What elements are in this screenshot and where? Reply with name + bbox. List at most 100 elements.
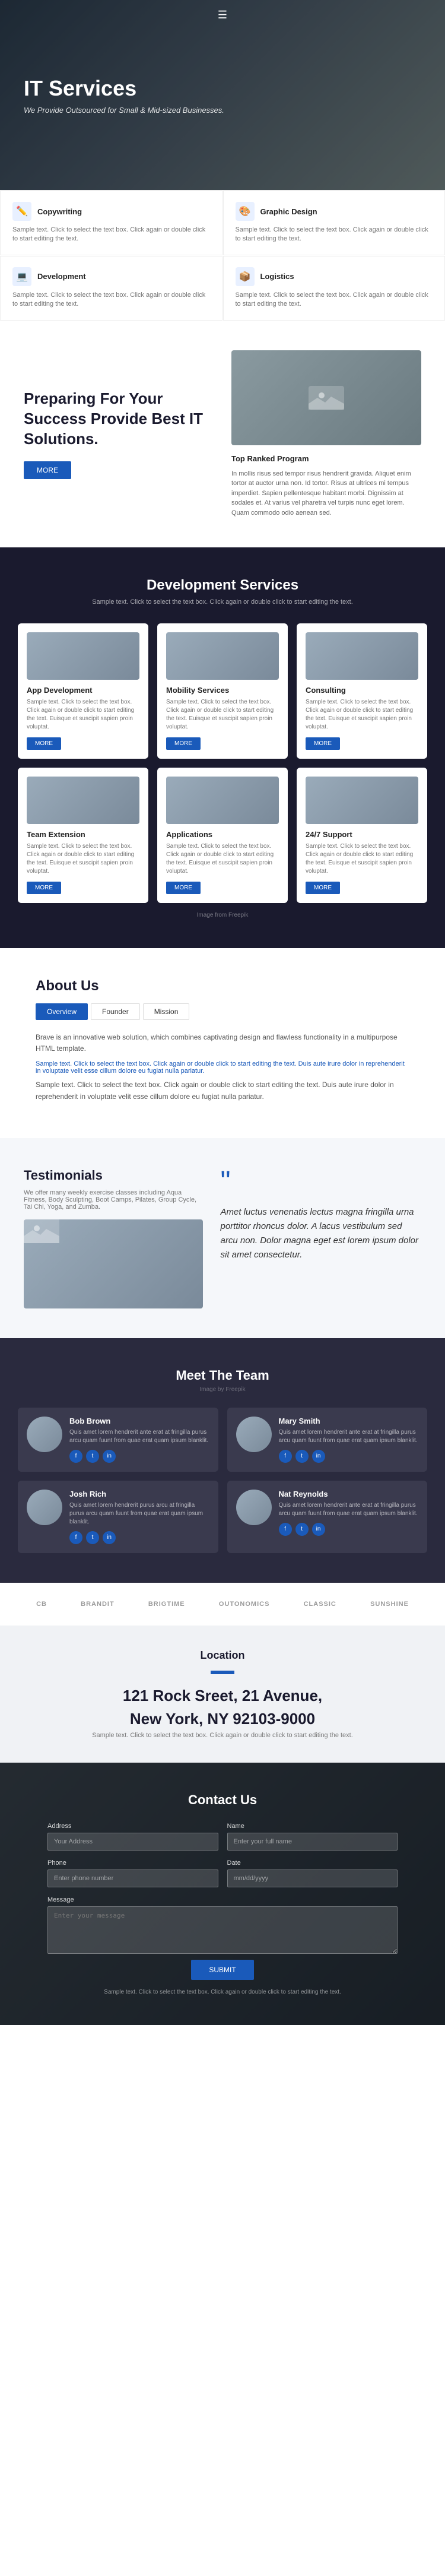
name-group: Name [227, 1823, 398, 1851]
dev-card-2[interactable]: Consulting Sample text. Click to select … [297, 623, 427, 759]
success-section: Preparing For Your Success Provide Best … [0, 321, 445, 548]
dev-card-title-5: 24/7 Support [306, 830, 418, 839]
dev-card-title-4: Applications [166, 830, 279, 839]
name-label: Name [227, 1823, 398, 1830]
dev-card-text-0: Sample text. Click to select the text bo… [27, 698, 139, 731]
success-more-button[interactable]: MORE [24, 461, 71, 479]
dev-card-title-0: App Development [27, 686, 139, 695]
submit-container: SUBMIT [47, 1954, 398, 1980]
contact-form: Address Name Phone Date Message SUBMIT [47, 1823, 398, 1980]
team-member-name-1: Mary Smith [279, 1417, 419, 1425]
team-card-2: Josh Rich Quis amet lorem hendrerit puru… [18, 1481, 218, 1553]
menu-icon[interactable]: ☰ [218, 9, 227, 21]
name-input[interactable] [227, 1833, 398, 1851]
facebook-icon-3[interactable]: f [279, 1523, 292, 1536]
about-tabs: Overview Founder Mission [36, 1003, 409, 1020]
address-group: Address [47, 1823, 218, 1851]
facebook-icon-0[interactable]: f [69, 1450, 82, 1463]
team-avatar-3 [236, 1490, 272, 1525]
team-member-desc-0: Quis amet lorem hendrerit ante erat at f… [69, 1428, 209, 1445]
dev-icon: 💻 [12, 267, 31, 286]
linkedin-icon-3[interactable]: in [312, 1523, 325, 1536]
team-member-name-3: Nat Reynolds [279, 1490, 419, 1498]
phone-label: Phone [47, 1859, 218, 1867]
location-address: 121 Rock Sreet, 21 Avenue, [24, 1686, 421, 1706]
twitter-icon-1[interactable]: t [295, 1450, 309, 1463]
dev-card-more-0[interactable]: MORE [27, 737, 61, 750]
submit-button[interactable]: SUBMIT [191, 1960, 253, 1980]
success-left: Preparing For Your Success Provide Best … [24, 389, 214, 479]
linkedin-icon-2[interactable]: in [103, 1531, 116, 1544]
team-member-desc-2: Quis amet lorem hendrerit purus arcu at … [69, 1501, 209, 1526]
service-header: 💻 Development [12, 267, 210, 286]
phone-input[interactable] [47, 1870, 218, 1887]
service-card-design[interactable]: 🎨 Graphic Design Sample text. Click to s… [223, 191, 445, 255]
facebook-icon-2[interactable]: f [69, 1531, 82, 1544]
team-member-desc-3: Quis amet lorem hendrerit ante erat at f… [279, 1501, 419, 1518]
service-card-dev[interactable]: 💻 Development Sample text. Click to sele… [0, 256, 223, 321]
team-grid: Bob Brown Quis amet lorem hendrerit ante… [18, 1408, 427, 1553]
dev-card-1[interactable]: Mobility Services Sample text. Click to … [157, 623, 288, 759]
dev-card-more-3[interactable]: MORE [27, 882, 61, 894]
dev-card-more-2[interactable]: MORE [306, 737, 340, 750]
team-avatar-1 [236, 1417, 272, 1452]
tab-mission[interactable]: Mission [143, 1003, 190, 1020]
dev-card-more-4[interactable]: MORE [166, 882, 201, 894]
date-input[interactable] [227, 1870, 398, 1887]
brand-logo-5: Sunshine [370, 1601, 409, 1608]
team-info-2: Josh Rich Quis amet lorem hendrerit puru… [69, 1490, 209, 1544]
location-divider [211, 1671, 234, 1674]
team-info-1: Mary Smith Quis amet lorem hendrerit ant… [279, 1417, 419, 1463]
location-section: Location 121 Rock Sreet, 21 Avenue, New … [0, 1626, 445, 1763]
ranked-text: In mollis risus sed tempor risus hendrer… [231, 469, 421, 518]
service-title: Logistics [260, 272, 294, 281]
dev-card-more-1[interactable]: MORE [166, 737, 201, 750]
dev-card-3[interactable]: Team Extension Sample text. Click to sel… [18, 768, 148, 903]
testimonials-section: Testimonials We offer many weekly exerci… [0, 1138, 445, 1338]
team-card-1: Mary Smith Quis amet lorem hendrerit ant… [227, 1408, 428, 1472]
phone-group: Phone [47, 1859, 218, 1887]
twitter-icon-0[interactable]: t [86, 1450, 99, 1463]
twitter-icon-3[interactable]: t [295, 1523, 309, 1536]
facebook-icon-1[interactable]: f [279, 1450, 292, 1463]
testimonial-quote: Amet luctus venenatis lectus magna fring… [221, 1205, 422, 1262]
service-title: Copywriting [37, 207, 82, 216]
quote-icon: " [221, 1168, 422, 1196]
message-input[interactable] [47, 1906, 398, 1954]
message-group: Message [47, 1896, 398, 1954]
dev-card-0[interactable]: App Development Sample text. Click to se… [18, 623, 148, 759]
twitter-icon-2[interactable]: t [86, 1531, 99, 1544]
dev-card-more-5[interactable]: MORE [306, 882, 340, 894]
message-label: Message [47, 1896, 398, 1903]
testimonials-image [24, 1219, 203, 1308]
tab-founder[interactable]: Founder [91, 1003, 140, 1020]
service-card-copywriting[interactable]: ✏️ Copywriting Sample text. Click to sel… [0, 191, 223, 255]
team-socials-1: f t in [279, 1450, 419, 1463]
dev-card-text-5: Sample text. Click to select the text bo… [306, 842, 418, 876]
service-header: 🎨 Graphic Design [236, 202, 433, 221]
team-member-desc-1: Quis amet lorem hendrerit ante erat at f… [279, 1428, 419, 1445]
team-card-0: Bob Brown Quis amet lorem hendrerit ante… [18, 1408, 218, 1472]
location-title: Location [24, 1649, 421, 1662]
date-label: Date [227, 1859, 398, 1867]
contact-title: Contact Us [47, 1792, 398, 1808]
about-main-text: Sample text. Click to select the text bo… [36, 1079, 409, 1102]
success-title: Preparing For Your Success Provide Best … [24, 389, 214, 449]
design-icon: 🎨 [236, 202, 255, 221]
image-attribution: Image from Freepik [18, 912, 427, 918]
hero-title: IT Services [24, 75, 421, 101]
brands-section: CB BRANDIT BRIGTIME OUTONOMICS CLASSIC S… [0, 1583, 445, 1626]
dev-services-title: Development Services [18, 577, 427, 594]
service-title: Graphic Design [260, 207, 317, 216]
service-card-logistics[interactable]: 📦 Logistics Sample text. Click to select… [223, 256, 445, 321]
hero-subtitle: We Provide Outsourced for Small & Mid-si… [24, 106, 421, 115]
address-input[interactable] [47, 1833, 218, 1851]
dev-card-4[interactable]: Applications Sample text. Click to selec… [157, 768, 288, 903]
dev-card-5[interactable]: 24/7 Support Sample text. Click to selec… [297, 768, 427, 903]
dev-card-title-1: Mobility Services [166, 686, 279, 695]
dev-card-img-3 [27, 777, 139, 824]
dev-card-img-5 [306, 777, 418, 824]
linkedin-icon-0[interactable]: in [103, 1450, 116, 1463]
linkedin-icon-1[interactable]: in [312, 1450, 325, 1463]
tab-overview[interactable]: Overview [36, 1003, 88, 1020]
